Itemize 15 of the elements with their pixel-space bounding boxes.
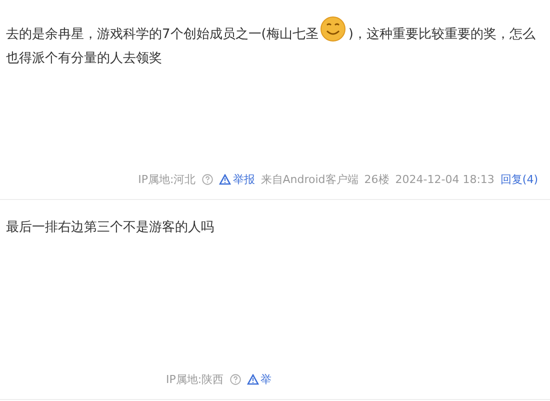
report-link[interactable]: 举报 — [218, 172, 255, 187]
help-icon[interactable] — [230, 374, 241, 385]
report-link[interactable]: 举 — [246, 372, 272, 387]
ip-location: IP属地:陕西 — [166, 372, 224, 387]
client-source: 来自Android客户端 — [260, 172, 358, 187]
comment-text: 最后一排右边第三个不是游客的人吗 — [6, 219, 215, 237]
ip-location: IP属地:河北 — [138, 172, 196, 187]
warning-icon — [246, 374, 259, 385]
smiley-icon — [320, 16, 346, 42]
floor-number: 26楼 — [364, 172, 390, 187]
post-time: 2024-12-04 18:13 — [395, 173, 494, 186]
comment-text: 去的是余冉星，游戏科学的7个创始成员之一(梅山七圣 )，这种重要比较重要的奖，怎么也得派个有分量的人去领奖 — [6, 16, 538, 71]
reply-link[interactable]: 回复(4) — [500, 172, 538, 187]
help-icon[interactable] — [202, 174, 213, 185]
warning-icon — [218, 174, 231, 185]
